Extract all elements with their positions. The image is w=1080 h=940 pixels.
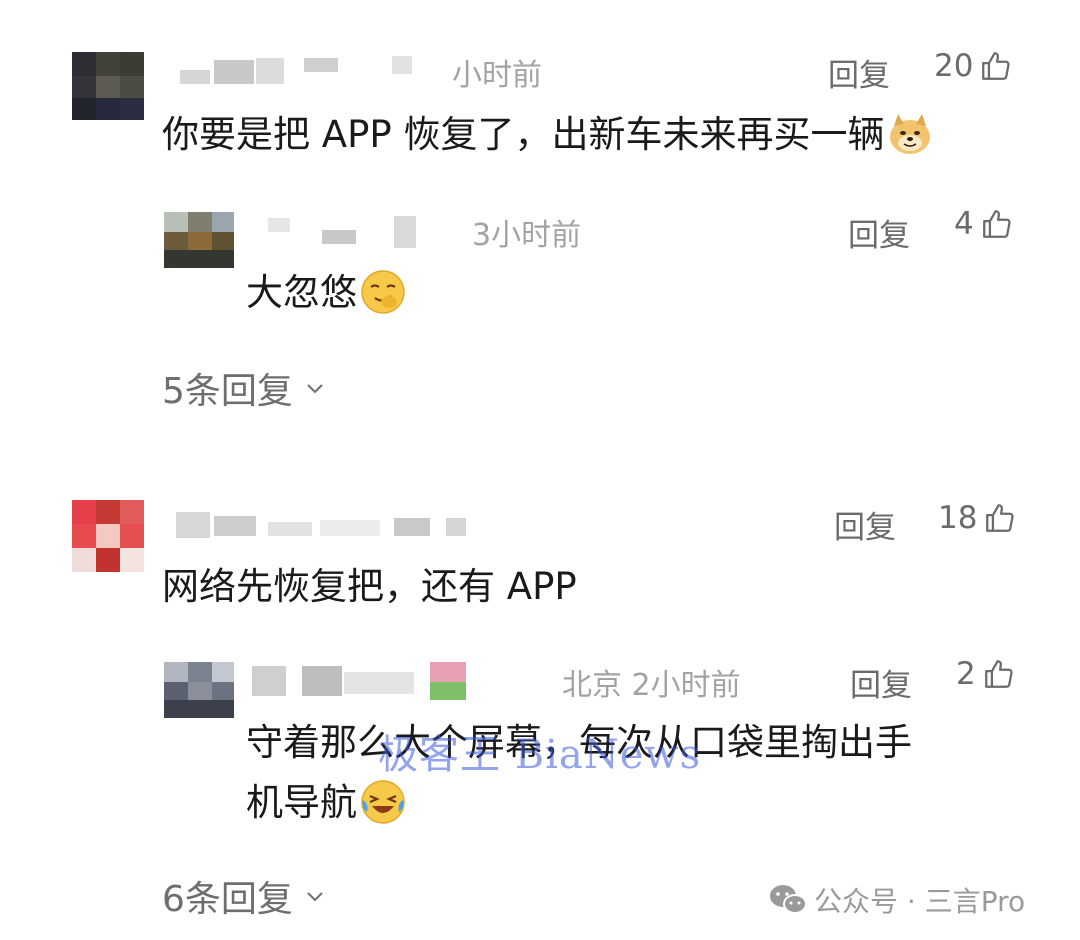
comment-time: 小时前 xyxy=(452,58,542,93)
comment-text: 你要是把 APP 恢复了，出新车未来再买一辆 xyxy=(162,108,934,162)
avatar[interactable] xyxy=(164,212,234,268)
doge-emoji xyxy=(890,113,931,154)
expand-replies-label: 5条回复 xyxy=(162,371,293,412)
like-count: 20 xyxy=(934,48,974,84)
reply-button[interactable]: 回复 xyxy=(850,660,912,705)
watermark: 极客王 BiaNews xyxy=(378,732,702,778)
thumbs-up-icon xyxy=(982,52,1011,80)
thumbs-up-icon xyxy=(984,660,1013,688)
footer-brand: 公众号 · 三言Pro xyxy=(768,880,1025,920)
reply-button[interactable]: 回复 xyxy=(828,50,890,95)
reply-location-time: 北京 2小时前 xyxy=(562,668,741,703)
thumbs-up-icon xyxy=(986,504,1015,532)
thumbs-up-icon xyxy=(982,210,1011,238)
reply-text: 大忽悠 xyxy=(246,266,407,320)
like-button[interactable]: 18 xyxy=(938,500,1017,536)
reply-text-content: 大忽悠 xyxy=(246,271,357,314)
chevron-down-icon xyxy=(307,384,323,394)
laugh-cry-emoji xyxy=(361,779,405,824)
expand-replies-button[interactable]: 5条回复 xyxy=(162,362,327,414)
comment-text-content: 你要是把 APP 恢复了，出新车未来再买一辆 xyxy=(162,113,885,156)
reply-text-content: 机导航 xyxy=(246,781,357,824)
like-button[interactable]: 4 xyxy=(954,206,1014,242)
like-count: 2 xyxy=(956,656,976,692)
reply-text-line-2: 机导航 xyxy=(246,776,407,830)
smirk-emoji xyxy=(361,269,405,314)
like-button[interactable]: 2 xyxy=(956,656,1016,692)
like-count: 4 xyxy=(954,206,974,242)
avatar[interactable] xyxy=(72,500,144,572)
wechat-icon xyxy=(770,885,807,914)
chevron-down-icon xyxy=(307,892,323,902)
footer-brand-label: 公众号 · 三言Pro xyxy=(814,885,1026,918)
like-button[interactable]: 20 xyxy=(934,48,1013,84)
expand-replies-button[interactable]: 6条回复 xyxy=(162,870,327,922)
avatar[interactable] xyxy=(164,662,234,718)
reply-button[interactable]: 回复 xyxy=(834,502,896,547)
reply-time: 3小时前 xyxy=(472,218,582,253)
like-count: 18 xyxy=(938,500,978,536)
expand-replies-label: 6条回复 xyxy=(162,879,293,920)
avatar[interactable] xyxy=(72,52,144,120)
comment-text: 网络先恢复把，还有 APP xyxy=(162,565,577,608)
reply-button[interactable]: 回复 xyxy=(848,210,910,255)
